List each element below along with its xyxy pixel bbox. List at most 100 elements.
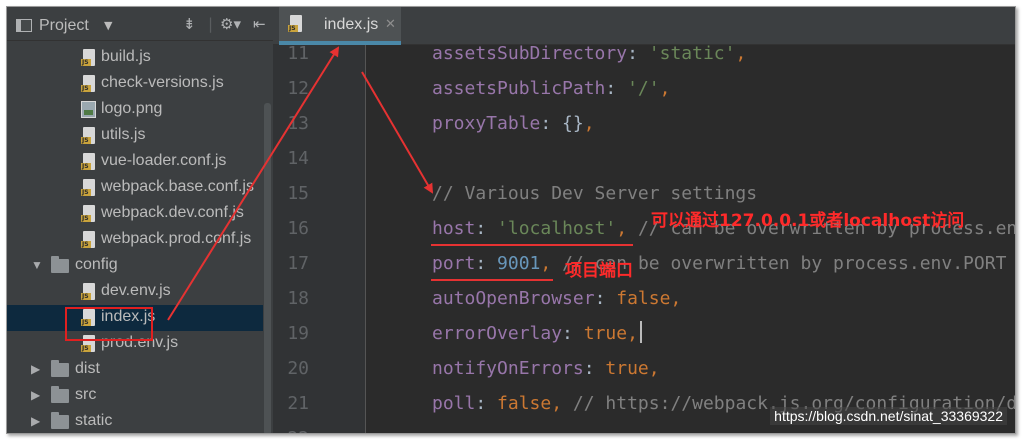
project-panel-title[interactable]: Project [39, 17, 89, 35]
hide-panel-icon[interactable]: ⇤ [253, 15, 266, 33]
collapse-all-icon[interactable]: ⇟ [183, 15, 196, 33]
code-token: assetsSubDirectory [432, 45, 628, 64]
code-token: : [475, 393, 498, 414]
line-number: 13 [287, 113, 309, 134]
tree-folder-src[interactable]: ▶ src [7, 383, 263, 409]
code-line[interactable]: notifyOnErrors: true, [432, 355, 660, 383]
code-token: 'static' [648, 45, 736, 64]
gear-icon[interactable]: ⚙▾ [220, 15, 241, 33]
code-token: : [562, 323, 584, 344]
tree-file[interactable]: JS webpack.prod.conf.js [7, 227, 263, 253]
editor-pane: JS index.js ✕ 11 12 13 14 15 16 17 18 19 20 21 22 a… [273, 7, 1015, 433]
code-token: : [583, 358, 606, 379]
tree-item-label: dev.env.js [101, 282, 171, 299]
tree-item-label: config [75, 256, 118, 273]
tree-item-label: dist [75, 360, 100, 377]
line-number: 14 [287, 148, 309, 169]
line-number: 12 [287, 78, 309, 99]
chevron-right-icon[interactable]: ▶ [31, 362, 40, 376]
js-file-icon: JS [81, 179, 96, 196]
code-token: , [648, 358, 660, 379]
png-file-icon [81, 101, 96, 118]
line-number: 20 [287, 358, 309, 379]
line-number: 18 [287, 288, 309, 309]
tree-item-label: static [75, 412, 113, 429]
code-token: host [432, 218, 476, 239]
code-token: // Various Dev Server settings [432, 183, 758, 204]
js-file-icon: JS [81, 205, 96, 222]
tree-file[interactable]: JS index.js [7, 305, 263, 331]
tree-folder-dist[interactable]: ▶ dist [7, 357, 263, 383]
line-number: 21 [287, 393, 309, 414]
code-token: , [735, 45, 747, 64]
project-panel-header: Project ▼ ⇟ | ⚙▾ ⇤ [7, 7, 273, 41]
text-caret [639, 321, 642, 343]
tree-file[interactable]: JS dev.env.js [7, 279, 263, 305]
tree-file[interactable]: JS utils.js [7, 123, 263, 149]
host-annotation: 可以通过127.0.0.1或者localhost访问 [651, 211, 965, 231]
line-number: 16 [287, 218, 309, 239]
chevron-down-icon[interactable]: ▼ [31, 258, 43, 272]
js-file-icon: JS [81, 231, 96, 248]
folder-icon [51, 412, 69, 429]
js-file-icon: JS [81, 335, 96, 352]
chevron-right-icon[interactable]: ▶ [31, 388, 40, 402]
tree-item-label: src [75, 386, 97, 403]
toolbar-separator: | [208, 15, 214, 33]
line-number-gutter: 11 12 13 14 15 16 17 18 19 20 21 22 [273, 43, 366, 433]
code-line[interactable]: // Various Dev Server settings [432, 180, 757, 208]
tree-file[interactable]: JS build.js [7, 45, 263, 71]
chevron-down-icon[interactable]: ▼ [104, 19, 112, 32]
tree-file[interactable]: logo.png [7, 97, 263, 123]
code-line[interactable]: assetsSubDirectory: 'static', [432, 45, 746, 68]
tree-item-label: prod.env.js [101, 334, 179, 351]
ide-window: Project ▼ ⇟ | ⚙▾ ⇤ JS build.js JS check-ver… [6, 6, 1016, 434]
line-number: 17 [287, 253, 309, 274]
code-line[interactable]: proxyTable: {}, [432, 110, 595, 138]
tree-item-label: logo.png [101, 100, 163, 117]
code-token: false [497, 393, 552, 414]
code-token: true [583, 323, 628, 344]
tree-file[interactable]: JS webpack.dev.conf.js [7, 201, 263, 227]
tree-file[interactable]: JS vue-loader.conf.js [7, 149, 263, 175]
editor-tab-bar: JS index.js ✕ [273, 7, 1015, 45]
tree-file[interactable]: JS check-versions.js [7, 71, 263, 97]
code-line[interactable]: assetsPublicPath: '/', [432, 75, 670, 103]
code-line[interactable]: autoOpenBrowser: false, [432, 285, 681, 313]
chevron-right-icon[interactable]: ▶ [31, 414, 40, 428]
line-number: 11 [287, 43, 309, 64]
tree-file[interactable]: JS webpack.base.conf.js [7, 175, 263, 201]
code-token: poll [432, 393, 476, 414]
code-line[interactable]: errorOverlay: true, [432, 320, 642, 348]
line-number: 22 [273, 428, 309, 433]
tab-label: index.js [324, 16, 379, 33]
tree-item-label: utils.js [101, 126, 146, 143]
code-token: autoOpenBrowser [432, 288, 595, 309]
js-file-icon: JS [81, 127, 96, 144]
line-number: 15 [287, 183, 309, 204]
project-scrollbar[interactable] [264, 103, 271, 433]
tab-index-js[interactable]: JS index.js ✕ [279, 7, 401, 45]
code-area[interactable]: assetsSubDirectory: 'static', assetsPubli… [367, 45, 1015, 433]
tree-folder-config[interactable]: ▼ config [7, 253, 263, 279]
tree-file[interactable]: JS prod.env.js [7, 331, 263, 357]
port-annotation: 项目端口 [565, 261, 633, 281]
code-token: : [475, 253, 498, 274]
code-token: '/' [627, 78, 660, 99]
code-line[interactable]: port: 9001, // can be overwritten by pro… [432, 250, 1006, 278]
code-token: , [616, 218, 628, 239]
tree-folder-static[interactable]: ▶ static [7, 409, 263, 433]
code-token: , [540, 253, 552, 274]
close-icon[interactable]: ✕ [385, 17, 396, 32]
code-token: : [627, 45, 649, 64]
code-token: assetsPublicPath [432, 78, 606, 99]
js-file-icon: JS [81, 283, 96, 300]
code-token: , [627, 323, 638, 344]
folder-icon [51, 256, 69, 273]
code-token: errorOverlay [432, 323, 563, 344]
project-panel: Project ▼ ⇟ | ⚙▾ ⇤ JS build.js JS check-ver… [7, 7, 273, 433]
code-token: proxyTable [432, 113, 541, 134]
code-token: port [432, 253, 476, 274]
js-file-icon: JS [288, 15, 303, 32]
folder-icon [51, 360, 69, 377]
